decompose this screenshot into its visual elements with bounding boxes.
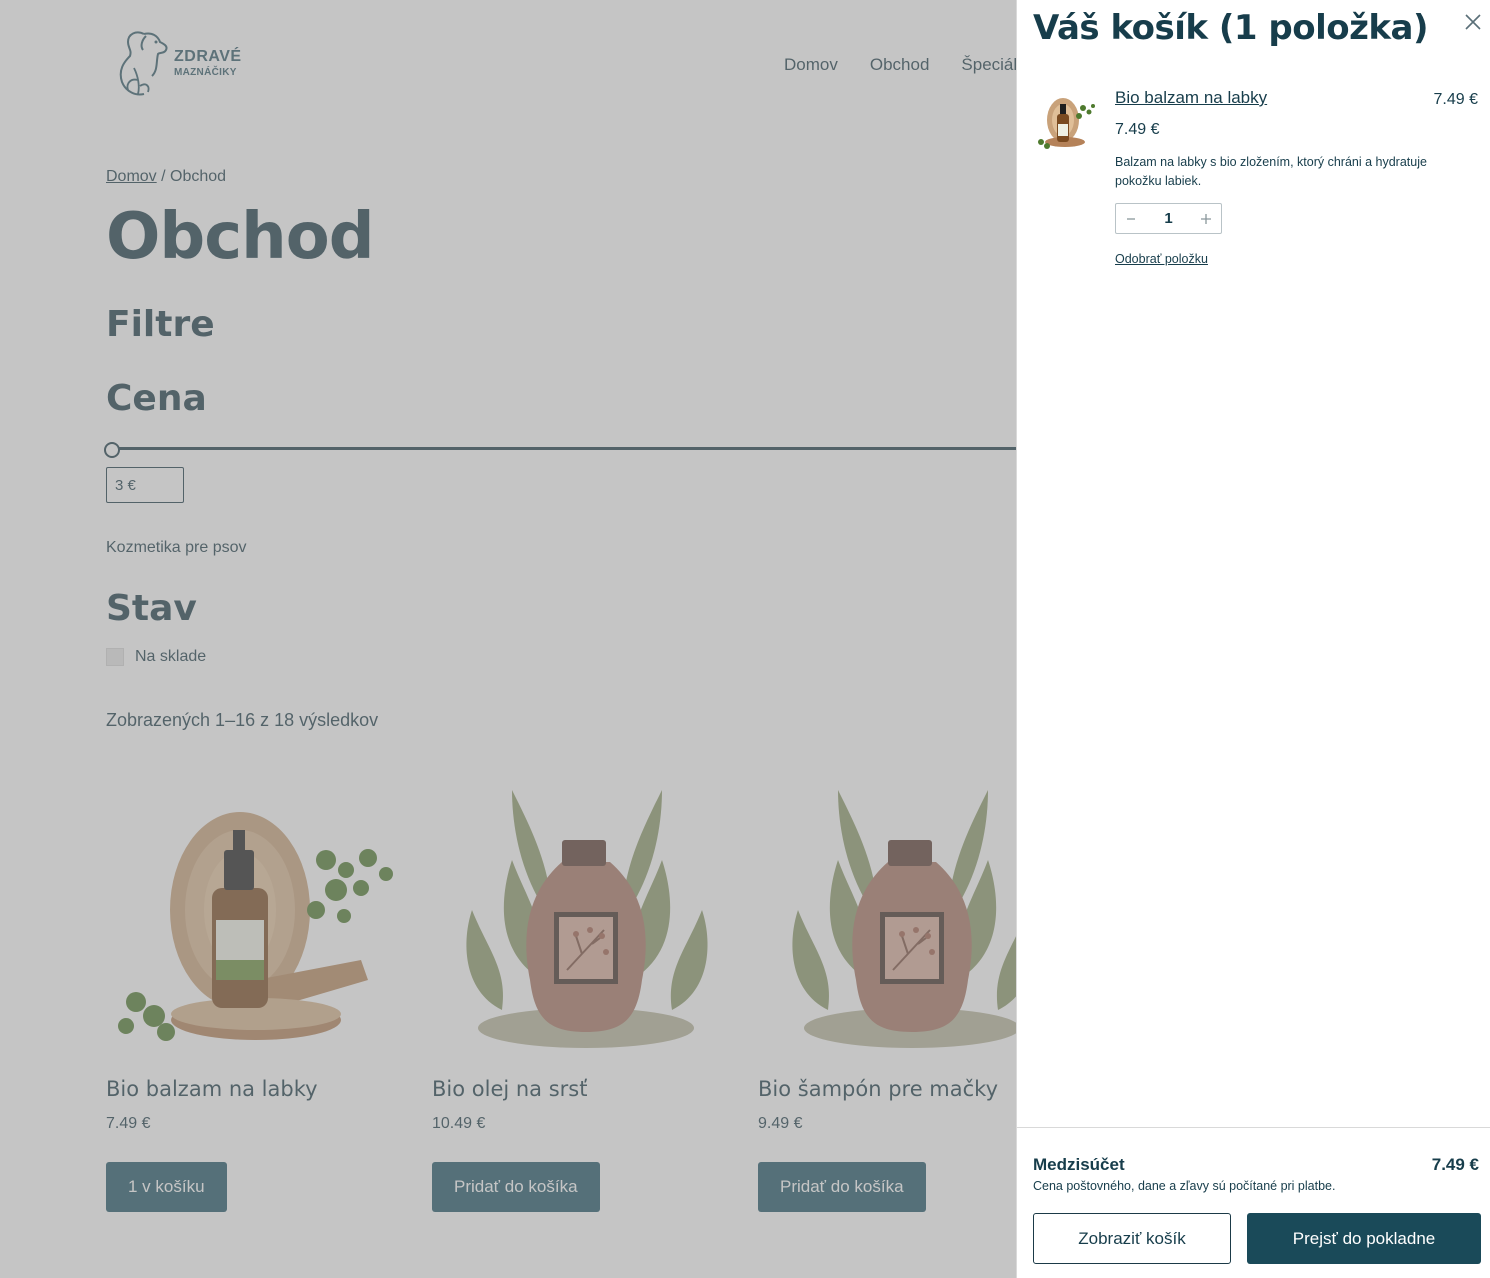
decrease-quantity-button[interactable]	[1116, 204, 1146, 233]
quantity-stepper: 1	[1115, 203, 1222, 234]
plus-icon	[1201, 213, 1211, 224]
cart-footer: Medzisúčet 7.49 € Cena poštovného, dane …	[1017, 1127, 1490, 1278]
cart-item-description: Balzam na labky s bio zložením, ktorý ch…	[1115, 155, 1427, 188]
cart-item-line-total: 7.49 €	[1433, 91, 1478, 108]
shipping-tax-note: Cena poštovného, dane a zľavy sú počítan…	[1033, 1179, 1336, 1193]
paw-balm-thumbnail-image	[1038, 98, 1095, 149]
quantity-value[interactable]: 1	[1146, 210, 1191, 227]
cart-item-unit-price: 7.49 €	[1115, 121, 1160, 138]
view-cart-button[interactable]: Zobraziť košík	[1033, 1213, 1231, 1264]
minus-icon	[1127, 217, 1135, 220]
subtotal-label: Medzisúčet	[1033, 1155, 1125, 1174]
cart-drawer: Váš košík (1 položka) Bio balzam na labk…	[1016, 0, 1490, 1278]
close-icon	[1465, 14, 1481, 30]
cart-item-name-link[interactable]: Bio balzam na labky	[1115, 88, 1267, 108]
close-cart-button[interactable]	[1463, 12, 1483, 32]
increase-quantity-button[interactable]	[1191, 204, 1221, 233]
remove-item-link[interactable]: Odobrať položku	[1115, 252, 1208, 266]
cart-item-thumbnail[interactable]	[1033, 92, 1101, 150]
subtotal-value: 7.49 €	[1431, 1155, 1479, 1174]
cart-title: Váš košík (1 položka)	[1033, 8, 1429, 48]
drawer-backdrop[interactable]	[0, 0, 1017, 1278]
checkout-button[interactable]: Prejsť do pokladne	[1247, 1213, 1481, 1264]
